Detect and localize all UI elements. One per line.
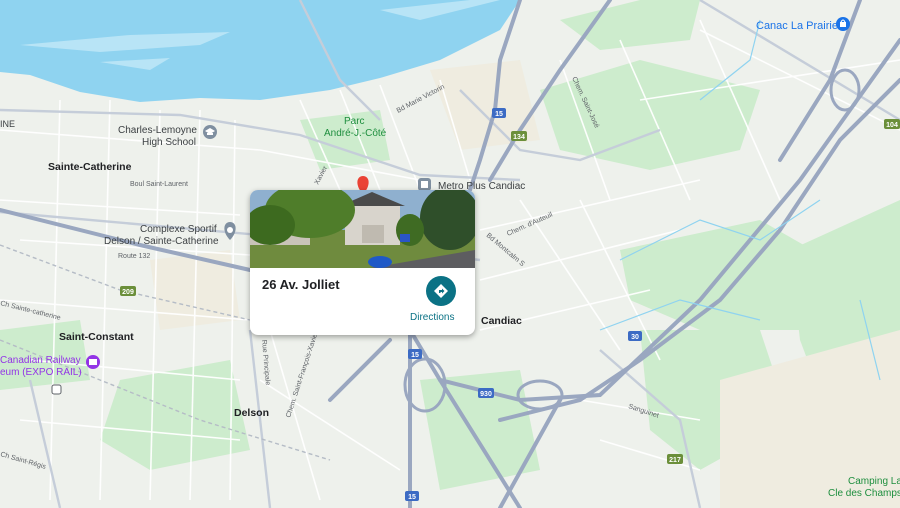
place-label-saint-constant: Saint-Constant [59,331,134,343]
place-label-ine: INE [0,119,15,129]
place-label-sainte-catherine: Sainte-Catherine [48,161,132,173]
svg-text:209: 209 [122,289,134,296]
street-view-photo[interactable] [250,190,475,268]
place-label-charles-lemoyne-1: Charles-Lemoyne [118,125,197,136]
directions-icon [434,284,448,298]
place-label-complexe-2: Delson / Sainte-Catherine [104,236,219,247]
street-label-route-132: Route 132 [118,253,150,260]
shield-15-bot: 15 [405,491,419,501]
museum-icon[interactable] [86,355,100,369]
place-label-camping-2: Cle des Champs [828,488,900,499]
shield-217: 217 [667,454,683,464]
shield-30: 30 [628,331,642,341]
place-label-railway-1: Canadian Railway [0,355,81,366]
shield-15-mid: 15 [408,349,422,359]
shield-15-top: 15 [492,108,506,118]
shopping-bag-icon[interactable] [836,17,850,31]
svg-text:134: 134 [513,134,525,141]
shield-209: 209 [120,286,136,296]
place-label-parc-2: André-J.-Côté [324,128,387,139]
directions-button[interactable] [426,276,456,306]
shield-930: 930 [478,388,494,398]
street-label-boul-st-laurent: Boul Saint-Laurent [130,181,188,188]
place-label-charles-lemoyne-2: High School [142,137,196,148]
svg-text:104: 104 [886,122,898,129]
directions-label[interactable]: Directions [410,312,454,323]
shield-104: 104 [884,119,900,129]
svg-text:15: 15 [408,494,416,501]
place-label-complexe-1: Complexe Sportif [140,224,217,235]
place-label-delson: Delson [234,407,269,419]
place-label-candiac: Candiac [481,315,522,327]
place-popup-card[interactable]: 26 Av. Jolliet Directions [250,190,475,335]
school-icon[interactable] [203,125,217,139]
place-label-railway-2: eum (EXPO RAIL) [0,367,82,378]
place-label-parc-1: Parc [344,116,365,127]
shield-134: 134 [511,131,527,141]
svg-text:15: 15 [411,352,419,359]
svg-text:30: 30 [631,334,639,341]
place-label-canac: Canac La Prairie [756,20,838,32]
svg-text:217: 217 [669,457,681,464]
place-address: 26 Av. Jolliet [262,277,340,292]
svg-text:15: 15 [495,111,503,118]
svg-text:930: 930 [480,391,492,398]
place-label-camping-1: Camping La [848,476,900,487]
train-icon [51,384,62,395]
